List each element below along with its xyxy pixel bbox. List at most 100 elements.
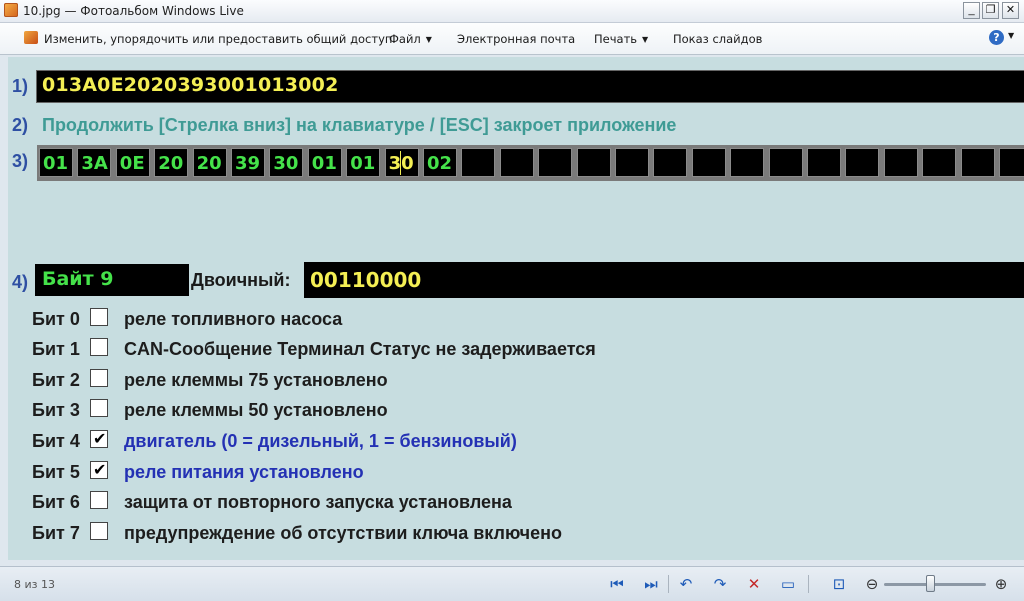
byte-cell [461, 148, 496, 177]
bit-description: реле клеммы 75 установлено [124, 370, 388, 390]
binary-display: 00110000 [304, 262, 1024, 298]
byte-cell [768, 148, 803, 177]
byte-cell [807, 148, 841, 177]
byte-cell-value: 39 [235, 153, 261, 174]
previous-icon[interactable]: ⏮ [608, 576, 626, 592]
bit-description: реле клеммы 50 установлено [124, 400, 388, 420]
print-menu-label: Печать [594, 32, 638, 46]
byte-cell [960, 148, 995, 177]
byte-cell [615, 148, 649, 177]
close-button[interactable]: ✕ [1002, 2, 1019, 19]
row-number-4: 4) [12, 272, 29, 292]
bit-label: Бит 4 [32, 431, 80, 451]
hex-string-value: 013A0E2020393001013002 [42, 74, 339, 96]
row-number-1: 1) [12, 76, 29, 96]
byte-cell-value: 0E [119, 153, 145, 174]
bit-row: Бит 7 предупреждение об отсутствии ключа … [32, 519, 732, 545]
byte-cell: 20 [192, 148, 227, 177]
byte-cell-value: 01 [43, 153, 69, 174]
bit-checkbox [90, 522, 108, 540]
byte-cell [691, 148, 726, 177]
bit-row: Бит 0 реле топливного насоса [32, 305, 732, 331]
chevron-down-icon[interactable]: ▼ [1008, 31, 1014, 40]
byte-cell [999, 148, 1024, 177]
slideshow-button[interactable]: Показ слайдов [673, 32, 762, 46]
rotate-left-icon[interactable]: ↶ [677, 576, 695, 592]
bit-checkbox: ✔ [90, 429, 108, 448]
file-menu[interactable]: Файл ▼ [389, 32, 432, 46]
binary-value: 00110000 [310, 268, 422, 292]
next-icon[interactable]: ⏭ [642, 576, 660, 592]
byte-cell: 30 [384, 148, 419, 177]
byte-cell: 02 [423, 148, 457, 177]
bit-row: Бит 6 защита от повторного запуска устано… [32, 488, 732, 514]
title-bar: 10.jpg — Фотоальбом Windows Live _ ❐ ✕ [0, 0, 1024, 23]
bit-row: Бит 4 ✔ двигатель (0 = дизельный, 1 = бенз… [32, 427, 732, 453]
byte-cell-value: 20 [158, 153, 184, 174]
byte-cell [883, 148, 918, 177]
zoom-in-icon[interactable]: ⊕ [992, 576, 1010, 592]
actual-size-icon[interactable]: ⊡ [830, 576, 848, 592]
bit-description: двигатель (0 = дизельный, 1 = бензиновый… [124, 431, 517, 451]
rotate-right-icon[interactable]: ↷ [711, 576, 729, 592]
byte-cell-value: 3A [81, 153, 108, 174]
byte-cell [922, 148, 957, 177]
separator [668, 575, 669, 593]
bit-checkbox: ✔ [90, 460, 108, 479]
minimize-button[interactable]: _ [963, 2, 980, 19]
byte-cell [730, 148, 765, 177]
bit-checkbox [90, 338, 108, 356]
byte-cell-value: 01 [311, 153, 337, 174]
hex-string-display: 013A0E2020393001013002 [36, 70, 1024, 103]
bit-description: реле питания установлено [124, 462, 364, 482]
help-icon[interactable]: ? [989, 30, 1004, 45]
byte-cell: 39 [231, 148, 265, 177]
byte-cell: 01 [346, 148, 381, 177]
text-cursor [399, 151, 401, 175]
photo-gallery-icon [4, 3, 18, 17]
bit-row: Бит 2 реле клеммы 75 установлено [32, 366, 732, 392]
byte-cell-value: 01 [350, 153, 376, 174]
byte-cell-value: 30 [273, 153, 299, 174]
bit-row: Бит 5 ✔ реле питания установлено [32, 458, 732, 484]
bit-label: Бит 0 [32, 309, 80, 329]
status-bar: 8 из 13 ⏮ ⏭ ↶ ↷ ✕ ▭ ⊡ ⊖ ⊕ [0, 566, 1024, 601]
delete-icon[interactable]: ✕ [745, 576, 763, 592]
bit-checkbox [90, 491, 108, 509]
row-number-2: 2) [12, 115, 29, 135]
byte-cell: 01 [39, 148, 73, 177]
separator [808, 575, 809, 593]
bit-label: Бит 3 [32, 400, 80, 420]
edit-organize-share-button[interactable]: Изменить, упорядочить или предоставить о… [44, 32, 392, 46]
bit-description: реле топливного насоса [124, 309, 343, 329]
toolbar: Изменить, упорядочить или предоставить о… [0, 23, 1024, 55]
instruction-text: Продолжить [Стрелка вниз] на клавиатуре … [42, 115, 677, 135]
byte-cell [576, 148, 611, 177]
byte-cells: 01 3A 0E 20 20 39 30 01 01 30 02 [37, 145, 1024, 181]
slideshow-icon[interactable]: ▭ [779, 576, 797, 592]
bit-description: предупреждение об отсутствии ключа включ… [124, 523, 562, 543]
bit-label: Бит 6 [32, 492, 80, 512]
photo-counter: 8 из 13 [14, 578, 55, 591]
byte-cell: 30 [269, 148, 304, 177]
zoom-slider-handle[interactable] [926, 575, 935, 592]
bit-label: Бит 7 [32, 523, 80, 543]
email-button[interactable]: Электронная почта [457, 32, 575, 46]
byte-cell-value: 30 [388, 153, 414, 174]
byte-label-display: Байт 9 [35, 264, 189, 296]
binary-label: Двоичный: [191, 270, 291, 290]
bit-label: Бит 2 [32, 370, 80, 390]
zoom-slider-track[interactable] [884, 583, 986, 586]
byte-cell: 0E [115, 148, 150, 177]
edit-icon [24, 31, 38, 44]
chevron-down-icon: ▼ [642, 35, 649, 44]
byte-cell: 01 [307, 148, 342, 177]
bit-checkbox [90, 308, 108, 326]
bit-checkbox [90, 369, 108, 387]
zoom-out-icon[interactable]: ⊖ [863, 576, 881, 592]
bit-description: CAN-Сообщение Терминал Статус не задержи… [124, 339, 596, 359]
maximize-button[interactable]: ❐ [982, 2, 999, 19]
byte-cell-value: 02 [427, 153, 453, 174]
bit-label: Бит 1 [32, 339, 80, 359]
print-menu[interactable]: Печать ▼ [594, 32, 648, 46]
